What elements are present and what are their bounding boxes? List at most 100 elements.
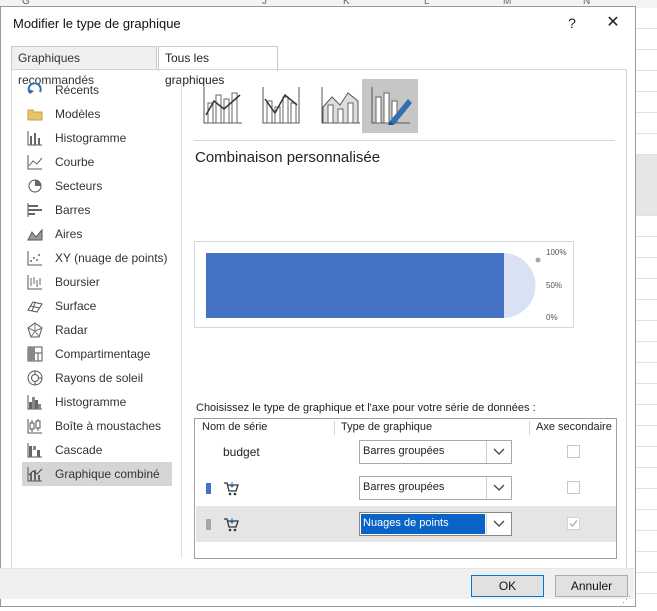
preview-semicircle xyxy=(503,253,536,318)
surface-chart-icon xyxy=(26,298,44,314)
category-label: Boîte à moustaches xyxy=(55,419,162,433)
preview-point xyxy=(535,257,541,263)
category-label: Courbe xyxy=(55,155,95,169)
category-label: Récents xyxy=(55,83,100,97)
category-sunburst[interactable]: Rayons de soleil xyxy=(22,366,172,390)
preview-axis-label: 0% xyxy=(546,313,558,322)
category-label: XY (nuage de points) xyxy=(55,251,168,265)
chevron-down-icon[interactable] xyxy=(486,477,511,499)
series-prompt: Choisissez le type de graphique et l'axe… xyxy=(196,402,536,414)
preview-axis-label: 100% xyxy=(546,248,566,257)
combo-column-line-secondary-icon xyxy=(259,85,303,128)
cart-icon xyxy=(223,480,239,496)
preview-bar xyxy=(206,253,504,318)
header-separator xyxy=(334,421,335,435)
category-label: Rayons de soleil xyxy=(55,371,144,385)
chart-type-dropdown[interactable]: Barres groupées xyxy=(359,476,512,500)
category-area[interactable]: Aires xyxy=(22,222,172,246)
sunburst-chart-icon xyxy=(26,370,44,386)
category-label: Barres xyxy=(55,203,91,217)
box-whisker-chart-icon xyxy=(26,418,44,434)
category-scatter[interactable]: XY (nuage de points) xyxy=(22,246,172,270)
category-label: Surface xyxy=(55,299,97,313)
pie-chart-icon xyxy=(26,178,44,194)
category-label: Graphique combiné xyxy=(55,467,160,481)
preview-axis-label: 50% xyxy=(546,281,562,290)
header-separator xyxy=(529,421,530,435)
subtype-clustered-column-line[interactable] xyxy=(194,79,250,133)
series-color-swatch xyxy=(206,483,211,494)
secondary-axis-checkbox[interactable] xyxy=(567,481,580,494)
series-table: Nom de série Type de graphique Axe secon… xyxy=(194,418,617,559)
cart-icon xyxy=(223,516,239,532)
dropdown-value: Barres groupées xyxy=(363,481,445,493)
chart-type-dropdown[interactable]: Barres groupées xyxy=(359,440,512,464)
subtype-stacked-area-column[interactable] xyxy=(312,79,368,133)
combo-clustered-column-line-icon xyxy=(200,85,244,128)
panel-divider xyxy=(181,78,182,558)
category-radar[interactable]: Radar xyxy=(22,318,172,342)
secondary-axis-checkbox[interactable] xyxy=(567,517,580,530)
chevron-down-icon[interactable] xyxy=(486,513,511,535)
chevron-down-icon[interactable] xyxy=(486,441,511,463)
ok-button[interactable]: OK xyxy=(471,575,544,597)
secondary-axis-checkbox[interactable] xyxy=(567,445,580,458)
category-combo[interactable]: Graphique combiné xyxy=(22,462,172,486)
category-label: Aires xyxy=(55,227,83,241)
subtype-custom-combination[interactable] xyxy=(362,79,418,133)
column-chart-icon xyxy=(26,130,44,146)
category-label: Secteurs xyxy=(55,179,103,193)
waterfall-chart-icon xyxy=(26,442,44,458)
help-button[interactable]: ? xyxy=(563,13,581,33)
category-histogram[interactable]: Histogramme xyxy=(22,390,172,414)
resize-grip-icon[interactable]: ⋰ xyxy=(622,594,631,605)
tab-recommended-charts[interactable]: Graphiques recommandés xyxy=(11,46,157,87)
category-box-whisker[interactable]: Boîte à moustaches xyxy=(22,414,172,438)
treemap-chart-icon xyxy=(26,346,44,362)
checkmark-icon xyxy=(569,520,578,528)
close-button[interactable]: ✕ xyxy=(601,13,625,33)
area-chart-icon xyxy=(26,226,44,242)
header-chart-type: Type de graphique xyxy=(341,421,433,433)
folder-icon xyxy=(26,106,44,122)
category-column[interactable]: Histogramme xyxy=(22,126,172,150)
scatter-chart-icon xyxy=(26,250,44,266)
category-label: Histogramme xyxy=(55,395,127,409)
category-recents[interactable]: Récents xyxy=(22,78,172,102)
series-row[interactable]: Barres groupées xyxy=(196,470,616,506)
subtype-column-line-secondary[interactable] xyxy=(253,79,309,133)
combo-stacked-area-column-icon xyxy=(318,85,362,128)
stock-chart-icon xyxy=(26,274,44,290)
line-chart-icon xyxy=(26,154,44,170)
category-label: Boursier xyxy=(55,275,100,289)
category-waterfall[interactable]: Cascade xyxy=(22,438,172,462)
chart-preview: 100% 50% 0% xyxy=(194,241,574,328)
tab-all-charts[interactable]: Tous les graphiques xyxy=(158,46,278,87)
category-line[interactable]: Courbe xyxy=(22,150,172,174)
category-label: Compartimentage xyxy=(55,347,151,361)
chart-type-dropdown[interactable]: Nuages de points xyxy=(359,512,512,536)
category-pie[interactable]: Secteurs xyxy=(22,174,172,198)
combo-chart-icon xyxy=(26,466,44,482)
category-surface[interactable]: Surface xyxy=(22,294,172,318)
category-templates[interactable]: Modèles xyxy=(22,102,172,126)
subtype-title: Combinaison personnalisée xyxy=(195,149,381,166)
dialog-title: Modifier le type de graphique xyxy=(13,16,181,31)
combo-custom-icon xyxy=(368,85,412,128)
series-color-swatch xyxy=(206,519,211,530)
header-series-name: Nom de série xyxy=(202,421,268,433)
header-secondary-axis: Axe secondaire xyxy=(536,421,612,433)
series-row[interactable]: Nuages de points xyxy=(196,506,616,542)
series-row[interactable]: budget Barres groupées xyxy=(196,434,616,470)
category-stock[interactable]: Boursier xyxy=(22,270,172,294)
dropdown-value: Nuages de points xyxy=(361,514,485,534)
radar-chart-icon xyxy=(26,322,44,338)
histogram-chart-icon xyxy=(26,394,44,410)
category-treemap[interactable]: Compartimentage xyxy=(22,342,172,366)
chart-category-list: Récents Modèles Histogramme Courbe Secte… xyxy=(22,78,172,486)
preview-chart-svg: 100% 50% 0% xyxy=(206,248,566,322)
sheet-cells xyxy=(636,8,657,611)
category-label: Histogramme xyxy=(55,131,127,145)
cancel-button[interactable]: Annuler xyxy=(555,575,628,597)
category-bar[interactable]: Barres xyxy=(22,198,172,222)
